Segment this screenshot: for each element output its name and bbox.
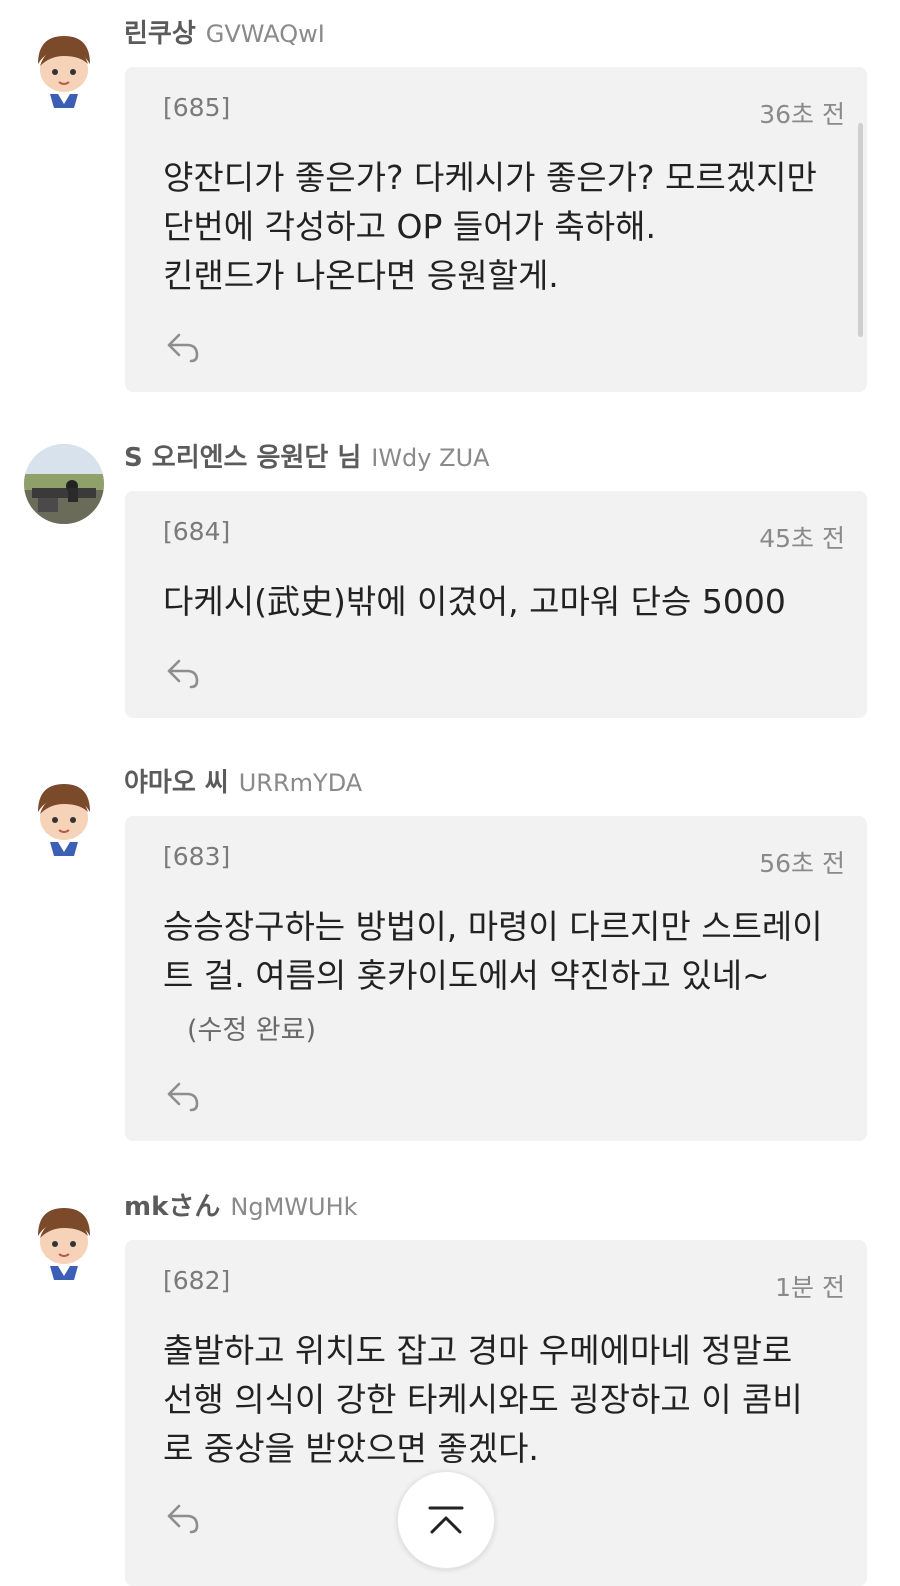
scrollbar[interactable] [858,123,863,337]
comment-body: 다케시(武史)밖에 이겼어, 고마워 단승 5000 [163,582,786,621]
author-id: NgMWUHk [230,1193,358,1221]
reply-arrow-icon[interactable] [163,325,203,365]
comment-card: [682] 1분 전 출발하고 위치도 잡고 경마 우메에마네 정말로 선행 의… [125,1240,867,1586]
author-id: URRmYDA [238,769,363,797]
author-id: GVWAQwI [205,20,325,48]
author-name[interactable]: 야마오 씨 [124,768,229,798]
author-name[interactable]: S 오리엔스 응원단 님 [124,443,361,473]
boy-avatar-icon[interactable] [24,776,104,856]
comment-timestamp: 36초 전 [759,100,845,129]
reply-arrow-icon[interactable] [163,651,203,691]
comment-card: [684] 45초 전 다케시(武史)밖에 이겼어, 고마워 단승 5000 [125,491,867,718]
comment-number: [684] [163,517,231,546]
reply-arrow-icon[interactable] [163,1074,203,1114]
author-id: IWdy ZUA [371,444,490,472]
reply-arrow-icon[interactable] [163,1496,203,1536]
comment-header: S 오리엔스 응원단 님 IWdy ZUA [124,442,490,474]
comment-card: [685] 36초 전 양잔디가 좋은가? 다케시가 좋은가? 모르겠지만 단번… [125,67,867,392]
comment-timestamp: 45초 전 [759,524,845,553]
author-name[interactable]: 린쿠상 [124,19,196,49]
boy-avatar-icon[interactable] [24,28,104,108]
comment-body: 출발하고 위치도 잡고 경마 우메에마네 정말로 선행 의식이 강한 타케시와도… [163,1331,803,1468]
edited-label: (수정 완료) [187,1015,317,1046]
comment-header: 린쿠상 GVWAQwI [124,18,325,50]
scroll-top-button[interactable] [397,1471,495,1569]
comment-header: mkさん NgMWUHk [124,1191,358,1223]
comment-timestamp: 1분 전 [775,1273,845,1302]
boy-avatar-icon[interactable] [24,1200,104,1280]
comment-number: [682] [163,1266,231,1295]
author-name[interactable]: mkさん [124,1192,220,1222]
comment-number: [685] [163,93,231,122]
comment-body: 양잔디가 좋은가? 다케시가 좋은가? 모르겠지만 단번에 각성하고 OP 들어… [163,158,817,295]
comment-number: [683] [163,842,231,871]
comment-header: 야마오 씨 URRmYDA [124,767,362,799]
comment-card: [683] 56초 전 승승장구하는 방법이, 마령이 다르지만 스트레이 트 … [125,816,867,1141]
comment-body: 승승장구하는 방법이, 마령이 다르지만 스트레이 트 걸. 여름의 홋카이도에… [163,907,823,995]
photo-avatar-icon[interactable] [24,444,104,524]
comment-timestamp: 56초 전 [759,849,845,878]
